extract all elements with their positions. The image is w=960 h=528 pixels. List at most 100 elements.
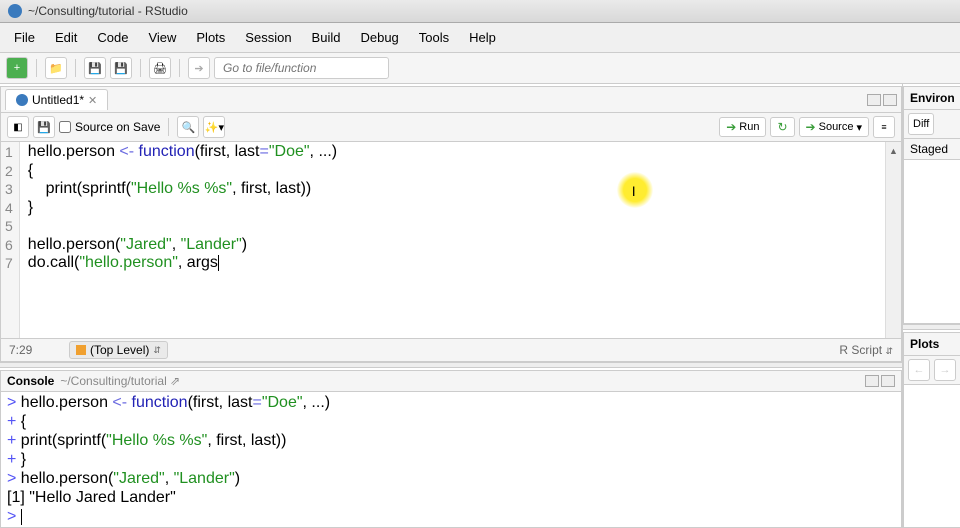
outline-button[interactable]: ≡ — [873, 116, 895, 138]
minimize-pane-button[interactable] — [867, 94, 881, 106]
forward-icon: ➔ — [188, 57, 210, 79]
menu-tools[interactable]: Tools — [409, 27, 459, 48]
scope-icon — [76, 345, 86, 355]
separator — [140, 59, 141, 77]
environment-body — [904, 160, 960, 323]
editor-tabrow: Untitled1* ✕ — [1, 87, 901, 113]
separator — [168, 118, 169, 136]
line-gutter: 1234567 — [1, 142, 20, 338]
code-editor[interactable]: 1234567 I hello.person <- function(first… — [1, 142, 901, 338]
main-toolbar: + 📁 💾 💾 🖨 ➔ — [0, 53, 960, 84]
wand-button[interactable]: ✨▾ — [203, 116, 225, 138]
tab-label: Untitled1* — [32, 93, 84, 107]
code-line[interactable] — [28, 217, 901, 236]
rstudio-icon — [8, 4, 22, 18]
separator — [179, 59, 180, 77]
menu-session[interactable]: Session — [235, 27, 301, 48]
console-line: > — [7, 507, 895, 526]
plot-prev-button[interactable]: ← — [908, 359, 930, 381]
run-button[interactable]: ➔Run — [719, 117, 766, 137]
chevron-icon: ⇵ — [885, 346, 893, 356]
editor-toolbar: ◧ 💾 Source on Save 🔍 ✨▾ ➔Run ↻ ➔Source ▾… — [1, 113, 901, 142]
source-arrow-icon: ➔ — [806, 120, 816, 134]
menu-code[interactable]: Code — [87, 27, 138, 48]
chevron-icon: ⇵ — [153, 345, 161, 356]
environment-tab[interactable]: Environ — [904, 87, 960, 110]
console-path: ~/Consulting/tutorial ⇗ — [60, 374, 180, 388]
popout-button[interactable]: ◧ — [7, 116, 29, 138]
close-tab-icon[interactable]: ✕ — [88, 94, 97, 107]
maximize-pane-button[interactable] — [883, 94, 897, 106]
maximize-console-button[interactable] — [881, 375, 895, 387]
diff-button[interactable]: Diff — [908, 113, 934, 135]
find-button[interactable]: 🔍 — [177, 116, 199, 138]
code-line[interactable]: do.call("hello.person", args — [28, 254, 901, 273]
window-title: ~/Consulting/tutorial - RStudio — [28, 4, 188, 18]
pane-divider[interactable] — [0, 362, 902, 368]
main-area: Untitled1* ✕ ◧ 💾 Source on Save 🔍 ✨▾ ➔Ru… — [0, 84, 960, 528]
left-column: Untitled1* ✕ ◧ 💾 Source on Save 🔍 ✨▾ ➔Ru… — [0, 84, 903, 528]
rscript-icon — [16, 94, 28, 106]
save-button[interactable]: 💾 — [84, 57, 106, 79]
console-body[interactable]: > hello.person <- function(first, last="… — [1, 392, 901, 527]
menu-file[interactable]: File — [4, 27, 45, 48]
right-column: Environ Diff Staged Plots ← → — [903, 84, 960, 528]
scroll-up-icon[interactable]: ▲ — [886, 142, 901, 156]
menubar: FileEditCodeViewPlotsSessionBuildDebugTo… — [0, 23, 960, 53]
right-divider[interactable] — [903, 324, 960, 330]
plot-next-button[interactable]: → — [934, 359, 956, 381]
save-all-button[interactable]: 💾 — [110, 57, 132, 79]
plots-tab[interactable]: Plots — [904, 333, 960, 356]
console-window-buttons — [865, 375, 895, 387]
cursor-position: 7:29 — [9, 343, 59, 357]
minimize-console-button[interactable] — [865, 375, 879, 387]
rerun-button[interactable]: ↻ — [770, 117, 794, 137]
menu-edit[interactable]: Edit — [45, 27, 87, 48]
menu-debug[interactable]: Debug — [350, 27, 408, 48]
editor-statusbar: 7:29 (Top Level) ⇵ R Script ⇵ — [1, 338, 901, 361]
source-button[interactable]: ➔Source ▾ — [799, 117, 869, 137]
editor-pane: Untitled1* ✕ ◧ 💾 Source on Save 🔍 ✨▾ ➔Ru… — [0, 86, 902, 362]
rerun-arrow-icon: ↻ — [777, 120, 787, 134]
code-line[interactable]: hello.person <- function(first, last="Do… — [28, 143, 901, 162]
print-button[interactable]: 🖨 — [149, 57, 171, 79]
console-header: Console ~/Consulting/tutorial ⇗ — [1, 371, 901, 392]
editor-scrollbar[interactable]: ▲ — [885, 142, 901, 338]
environment-toolbar: Diff — [904, 110, 960, 139]
console-line: > hello.person <- function(first, last="… — [7, 393, 895, 412]
new-file-button[interactable]: + — [6, 57, 28, 79]
source-on-save-checkbox[interactable] — [59, 121, 71, 133]
console-pane: Console ~/Consulting/tutorial ⇗ > hello.… — [0, 370, 902, 528]
code-line[interactable]: hello.person("Jared", "Lander") — [28, 236, 901, 255]
console-line: + print(sprintf("Hello %s %s", first, la… — [7, 431, 895, 450]
goto-file-input[interactable] — [214, 57, 389, 79]
menu-build[interactable]: Build — [302, 27, 351, 48]
pane-window-buttons — [867, 94, 897, 106]
editor-tab[interactable]: Untitled1* ✕ — [5, 89, 108, 110]
console-line: + { — [7, 412, 895, 431]
save-file-button[interactable]: 💾 — [33, 116, 55, 138]
console-line: [1] "Hello Jared Lander" — [7, 488, 895, 507]
menu-view[interactable]: View — [138, 27, 186, 48]
plots-toolbar: ← → — [904, 356, 960, 385]
plots-pane: Plots ← → — [903, 332, 960, 528]
code-line[interactable]: { — [28, 162, 901, 181]
console-title: Console — [7, 374, 54, 388]
code-line[interactable]: } — [28, 199, 901, 218]
separator — [36, 59, 37, 77]
separator — [75, 59, 76, 77]
menu-help[interactable]: Help — [459, 27, 506, 48]
code-body[interactable]: I hello.person <- function(first, last="… — [20, 142, 901, 338]
code-line[interactable]: print(sprintf("Hello %s %s", first, last… — [28, 180, 901, 199]
window-titlebar: ~/Consulting/tutorial - RStudio — [0, 0, 960, 23]
menu-plots[interactable]: Plots — [186, 27, 235, 48]
environment-pane: Environ Diff Staged — [903, 86, 960, 324]
file-type-selector[interactable]: R Script ⇵ — [839, 343, 893, 357]
plots-body — [904, 385, 960, 527]
staged-label: Staged — [904, 139, 960, 160]
source-on-save-label: Source on Save — [75, 120, 160, 134]
open-project-button[interactable]: 📁 — [45, 57, 67, 79]
scope-selector[interactable]: (Top Level) ⇵ — [69, 341, 168, 359]
popout-console-icon[interactable]: ⇗ — [170, 374, 180, 388]
console-line: + } — [7, 450, 895, 469]
